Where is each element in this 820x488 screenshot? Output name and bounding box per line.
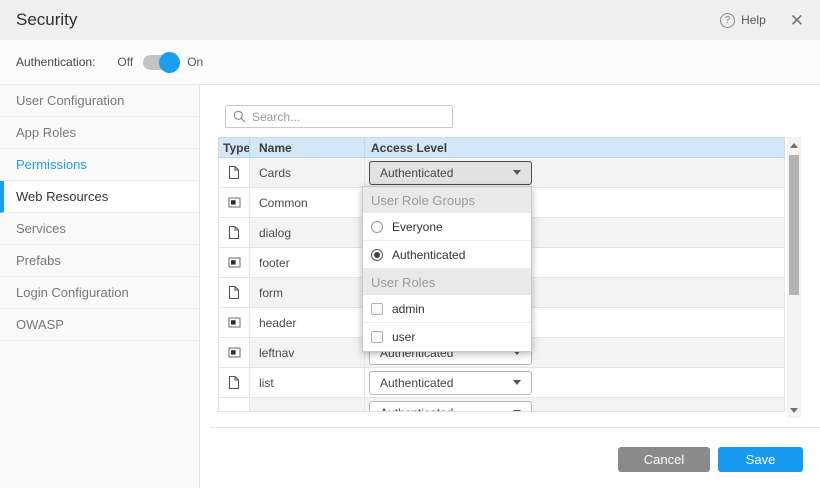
resource-name: Common (249, 188, 364, 217)
scrollbar-thumb[interactable] (789, 155, 799, 295)
column-header-type: Type (219, 141, 249, 155)
column-header-access-level: Access Level (364, 138, 784, 157)
column-header-name: Name (249, 138, 364, 157)
access-level-dropdown-panel: User Role Groups Everyone Authenticated Use… (362, 186, 532, 352)
help-label: Help (741, 13, 766, 27)
scroll-down-arrow-icon[interactable] (787, 404, 801, 416)
sidebar-item-login-configuration[interactable]: Login Configuration (0, 277, 199, 309)
security-dialog: Security ? Help ✕ Authentication: Off On… (0, 0, 820, 488)
toggle-knob (159, 52, 180, 73)
access-level-value: Authenticated (380, 166, 453, 180)
dropdown-group-header-user-roles: User Roles (363, 269, 531, 295)
checkbox-icon[interactable] (371, 303, 383, 315)
sidebar-item-services[interactable]: Services (0, 213, 199, 245)
page-icon (219, 158, 249, 187)
cancel-button[interactable]: Cancel (618, 447, 710, 472)
dropdown-option-authenticated[interactable]: Authenticated (363, 241, 531, 269)
option-label: Everyone (392, 220, 443, 234)
resource-name: form (249, 278, 364, 307)
chevron-down-icon (513, 170, 521, 175)
resource-name: footer (249, 248, 364, 277)
titlebar: Security ? Help ✕ (0, 0, 820, 40)
authentication-label: Authentication: (16, 55, 95, 69)
page-icon (219, 368, 249, 397)
option-label: user (392, 330, 415, 344)
resource-name (249, 398, 364, 412)
sidebar-item-permissions[interactable]: Permissions (0, 149, 199, 181)
search-box[interactable] (225, 105, 453, 128)
dropdown-option-everyone[interactable]: Everyone (363, 213, 531, 241)
question-circle-icon: ? (720, 13, 735, 28)
partial-icon (219, 308, 249, 337)
access-level-cell: Authenticated (364, 158, 784, 187)
save-button[interactable]: Save (718, 447, 803, 472)
scroll-up-arrow-icon[interactable] (787, 139, 801, 151)
page-icon (219, 278, 249, 307)
resource-name: list (249, 368, 364, 397)
dropdown-option-admin[interactable]: admin (363, 295, 531, 323)
access-level-select[interactable]: Authenticated (369, 401, 532, 413)
radio-icon[interactable] (371, 221, 383, 233)
table-row: Authenticated (218, 398, 785, 412)
help-button[interactable]: ? Help (720, 13, 766, 28)
table-header-row: Type Name Access Level (218, 137, 785, 158)
type-cell (219, 398, 249, 412)
search-icon (233, 110, 246, 123)
partial-icon (219, 248, 249, 277)
sidebar-item-web-resources[interactable]: Web Resources (0, 181, 199, 213)
toggle-on-label: On (187, 55, 203, 69)
close-icon[interactable]: ✕ (790, 12, 804, 29)
sidebar-item-prefabs[interactable]: Prefabs (0, 245, 199, 277)
access-level-value: Authenticated (380, 376, 453, 390)
sidebar-item-app-roles[interactable]: App Roles (0, 117, 199, 149)
access-level-cell: Authenticated (364, 398, 784, 412)
dropdown-group-header-user-role-groups: User Role Groups (363, 187, 531, 213)
resource-name: header (249, 308, 364, 337)
sidebar-item-user-configuration[interactable]: User Configuration (0, 85, 199, 117)
resource-name: dialog (249, 218, 364, 247)
option-label: admin (392, 302, 425, 316)
chevron-down-icon (513, 380, 521, 385)
resource-name: leftnav (249, 338, 364, 367)
radio-checked-icon[interactable] (371, 249, 383, 261)
vertical-scrollbar[interactable] (787, 137, 801, 418)
authentication-toggle[interactable] (143, 55, 177, 70)
access-level-select-cards[interactable]: Authenticated (369, 161, 532, 185)
search-input[interactable] (252, 110, 445, 124)
partial-icon (219, 188, 249, 217)
option-label: Authenticated (392, 248, 465, 262)
access-level-select-list[interactable]: Authenticated (369, 371, 532, 395)
page-icon (219, 218, 249, 247)
main-panel: Type Name Access Level Cards Authenticate… (200, 85, 820, 488)
sidebar: User ConfigurationApp RolesPermissionsWe… (0, 85, 200, 488)
table-row-cards: Cards Authenticated (218, 158, 785, 188)
access-level-value: Authenticated (380, 406, 453, 413)
partial-icon (219, 338, 249, 367)
resource-name: Cards (249, 158, 364, 187)
footer-divider (210, 427, 820, 428)
checkbox-icon[interactable] (371, 331, 383, 343)
table-row-list: list Authenticated (218, 368, 785, 398)
sidebar-item-owasp[interactable]: OWASP (0, 309, 199, 341)
chevron-down-icon (513, 410, 521, 412)
toggle-off-label: Off (117, 55, 133, 69)
page-title: Security (16, 10, 77, 30)
authentication-bar: Authentication: Off On (0, 40, 820, 85)
dropdown-option-user[interactable]: user (363, 323, 531, 351)
access-level-cell: Authenticated (364, 368, 784, 397)
